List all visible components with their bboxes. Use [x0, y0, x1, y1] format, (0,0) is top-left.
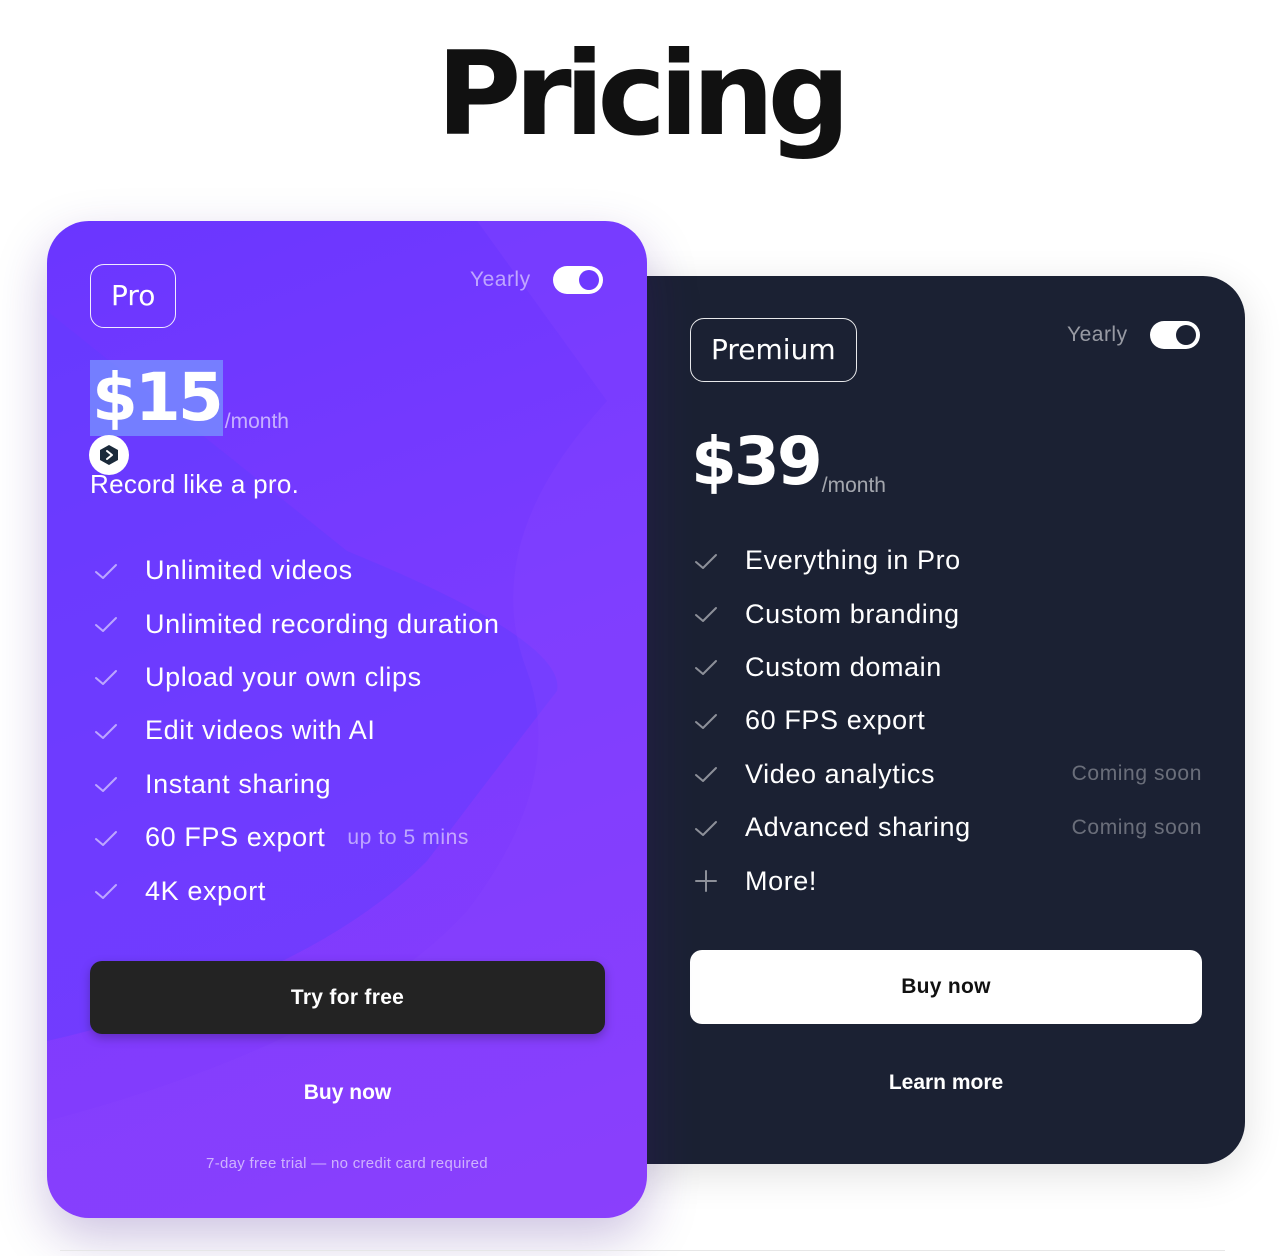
page-title: Pricing [436, 27, 850, 162]
try-for-free-button[interactable]: Try for free [90, 961, 605, 1034]
check-icon [695, 713, 717, 729]
plan-tagline: Record like a pro. [90, 469, 300, 499]
check-icon [695, 607, 717, 623]
check-icon [95, 777, 117, 793]
billing-toggle-label: Yearly [470, 268, 531, 291]
feature-list: Unlimited videos Unlimited recording dura… [92, 544, 499, 918]
feature-item: 4K export [92, 864, 499, 917]
premium-plan-card: Premium Yearly $39 /month Everything in … [600, 276, 1245, 1164]
feature-text: Custom domain [745, 651, 942, 682]
check-icon [695, 767, 717, 783]
feature-text: Edit videos with AI [145, 715, 376, 746]
feature-text: Unlimited recording duration [145, 608, 500, 639]
trial-footnote: 7-day free trial — no credit card requir… [206, 1155, 488, 1172]
plan-name-badge: Pro [90, 264, 177, 328]
price-period: /month [821, 474, 886, 497]
learn-more-link[interactable]: Learn more [690, 1071, 1202, 1095]
price-amount: $39 [691, 423, 823, 500]
feature-text: Custom branding [745, 598, 960, 629]
check-icon [95, 617, 117, 633]
feature-item: Edit videos with AI [92, 704, 499, 757]
check-icon [695, 660, 717, 676]
section-divider [60, 1250, 1225, 1251]
plan-name-badge: Premium [690, 318, 857, 382]
check-icon [95, 723, 117, 739]
check-icon [95, 830, 117, 846]
feature-note: up to 5 mins [347, 825, 469, 849]
pro-plan-card: Pro Yearly $15 /month Record like a pro.… [47, 221, 647, 1218]
feature-item: Unlimited videos [92, 544, 499, 597]
feature-text: More! [745, 865, 818, 896]
feature-text: Unlimited videos [145, 555, 353, 586]
toggle-knob [578, 270, 599, 290]
feature-text: Instant sharing [145, 768, 332, 799]
billing-toggle-label: Yearly [1067, 323, 1128, 346]
buy-now-link[interactable]: Buy now [90, 1081, 605, 1105]
yearly-toggle[interactable] [1149, 321, 1200, 349]
feature-list: Everything in Pro Custom branding Custom d… [692, 534, 1202, 908]
check-icon [95, 563, 117, 579]
check-icon [695, 553, 717, 569]
price-row: $39 /month [691, 424, 886, 500]
billing-toggle-group: Yearly [470, 266, 603, 294]
plus-icon [695, 870, 717, 893]
feature-text: Upload your own clips [145, 661, 422, 692]
feature-item: More! [692, 854, 1202, 907]
feature-item: Custom domain [692, 641, 1202, 694]
feature-item: 60 FPS export [692, 694, 1202, 747]
feature-item: Custom branding [692, 587, 1202, 640]
price-row: $15 /month [90, 360, 289, 436]
feature-text: 4K export [145, 875, 266, 906]
yearly-toggle[interactable] [552, 266, 603, 294]
feature-item: Instant sharing [92, 758, 499, 811]
check-icon [695, 820, 717, 836]
billing-toggle-group: Yearly [1067, 321, 1200, 349]
feature-text: Everything in Pro [745, 545, 961, 576]
check-icon [95, 884, 117, 900]
feature-item: Advanced sharing Coming soon [692, 801, 1202, 854]
feature-text: 60 FPS export [145, 822, 326, 853]
toggle-knob [1175, 325, 1196, 345]
feature-text: 60 FPS export [745, 705, 926, 736]
feature-item: Upload your own clips [92, 651, 499, 704]
price-amount: $15 [90, 359, 224, 436]
feature-text: Advanced sharing [745, 812, 971, 843]
feature-item: 60 FPS export up to 5 mins [92, 811, 499, 864]
feature-note: Coming soon [1071, 762, 1202, 786]
feature-item: Unlimited recording duration [92, 597, 499, 650]
check-icon [95, 670, 117, 686]
feature-note: Coming soon [1071, 815, 1202, 839]
feature-item: Video analytics Coming soon [692, 748, 1202, 801]
feature-text: Video analytics [745, 758, 936, 789]
feature-item: Everything in Pro [692, 534, 1202, 587]
buy-now-button[interactable]: Buy now [690, 950, 1202, 1024]
price-period: /month [224, 410, 289, 433]
